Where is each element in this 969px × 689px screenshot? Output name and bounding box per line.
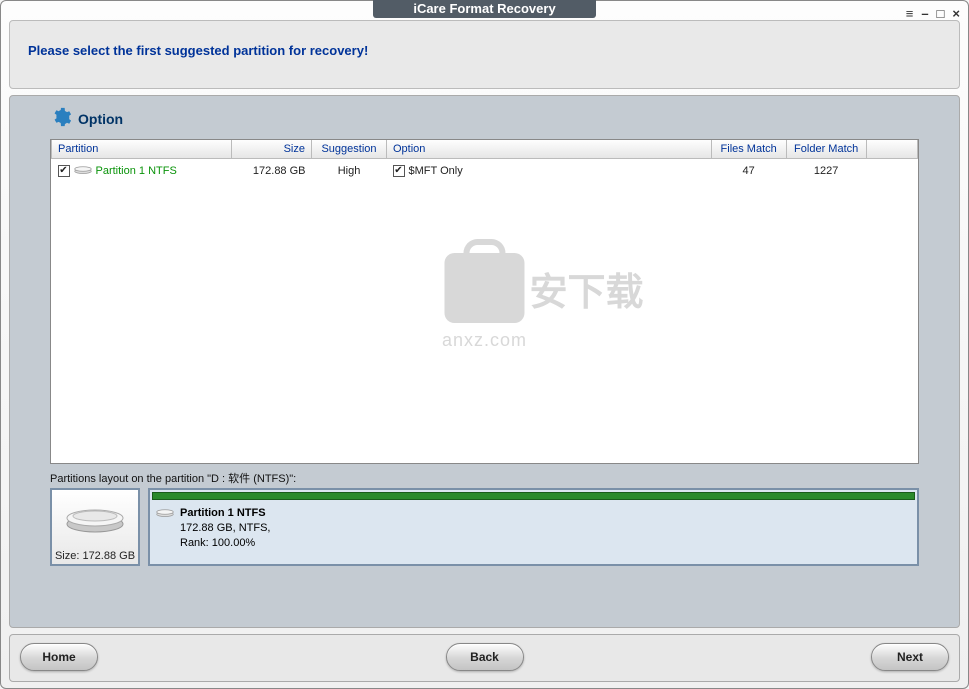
- partition-name: Partition 1 NTFS: [96, 165, 177, 177]
- option-cell: ✔ $MFT Only: [393, 165, 706, 177]
- watermark-url: anxz.com: [442, 330, 527, 351]
- menu-icon[interactable]: ≡: [906, 9, 914, 19]
- pb-title: Partition 1 NTFS: [180, 506, 270, 521]
- drive-box[interactable]: Size: 172.88 GB: [50, 488, 140, 566]
- minimize-icon[interactable]: –: [921, 9, 928, 19]
- drive-icon: [74, 163, 92, 178]
- cell-suggestion: High: [312, 159, 387, 183]
- pb-line2: 172.88 GB, NTFS,: [180, 521, 270, 536]
- col-option[interactable]: Option: [387, 140, 712, 159]
- drive-icon: [156, 506, 174, 521]
- partition-table: Partition Size Suggestion Option Files M…: [50, 139, 919, 464]
- pb-line3: Rank: 100.00%: [180, 536, 270, 551]
- app-window: iCare Format Recovery ≡ – □ × Please sel…: [0, 0, 969, 689]
- layout-row: Size: 172.88 GB Partition 1 NTFS 172.88 …: [50, 488, 919, 566]
- col-size[interactable]: Size: [232, 140, 312, 159]
- back-button[interactable]: Back: [446, 643, 524, 671]
- cell-files: 47: [711, 159, 786, 183]
- table-header-row: Partition Size Suggestion Option Files M…: [52, 140, 918, 159]
- col-files-match[interactable]: Files Match: [711, 140, 786, 159]
- layout-label: Partitions layout on the partition "D : …: [50, 470, 919, 486]
- maximize-icon[interactable]: □: [937, 9, 945, 19]
- partition-bar: [152, 492, 915, 500]
- partition-block[interactable]: Partition 1 NTFS 172.88 GB, NTFS, Rank: …: [148, 488, 919, 566]
- option-text: $MFT Only: [409, 165, 463, 177]
- drive-size: Size: 172.88 GB: [55, 550, 135, 562]
- watermark-cn: 安下载: [530, 261, 644, 316]
- close-icon[interactable]: ×: [952, 9, 960, 19]
- instruction-bar: Please select the first suggested partit…: [9, 20, 960, 89]
- instruction-text: Please select the first suggested partit…: [28, 43, 941, 58]
- cell-folders: 1227: [786, 159, 866, 183]
- hdd-icon: [65, 494, 125, 534]
- window-controls: ≡ – □ ×: [906, 9, 960, 19]
- partition-cell: ✔ Partition 1 NTFS: [58, 163, 226, 178]
- watermark: 安下载 anxz.com: [442, 253, 527, 351]
- row-checkbox[interactable]: ✔: [58, 165, 70, 177]
- col-suggestion[interactable]: Suggestion: [312, 140, 387, 159]
- bottom-bar: Home Back Next: [9, 634, 960, 682]
- col-folder-match[interactable]: Folder Match: [786, 140, 866, 159]
- gear-icon: [50, 106, 72, 131]
- option-title: Option: [78, 111, 123, 127]
- option-header: Option: [50, 106, 919, 131]
- option-checkbox[interactable]: ✔: [393, 165, 405, 177]
- cell-size: 172.88 GB: [232, 159, 312, 183]
- col-spacer: [866, 140, 917, 159]
- partition-details: Partition 1 NTFS 172.88 GB, NTFS, Rank: …: [180, 506, 270, 551]
- home-button[interactable]: Home: [20, 643, 98, 671]
- col-partition[interactable]: Partition: [52, 140, 232, 159]
- window-title: iCare Format Recovery: [373, 0, 595, 18]
- next-button[interactable]: Next: [871, 643, 949, 671]
- titlebar: iCare Format Recovery ≡ – □ ×: [1, 1, 968, 14]
- table-row[interactable]: ✔ Partition 1 NTFS 172.88 GB High ✔: [52, 159, 918, 183]
- main-pane: Option Partition Size Suggestion Option …: [9, 95, 960, 628]
